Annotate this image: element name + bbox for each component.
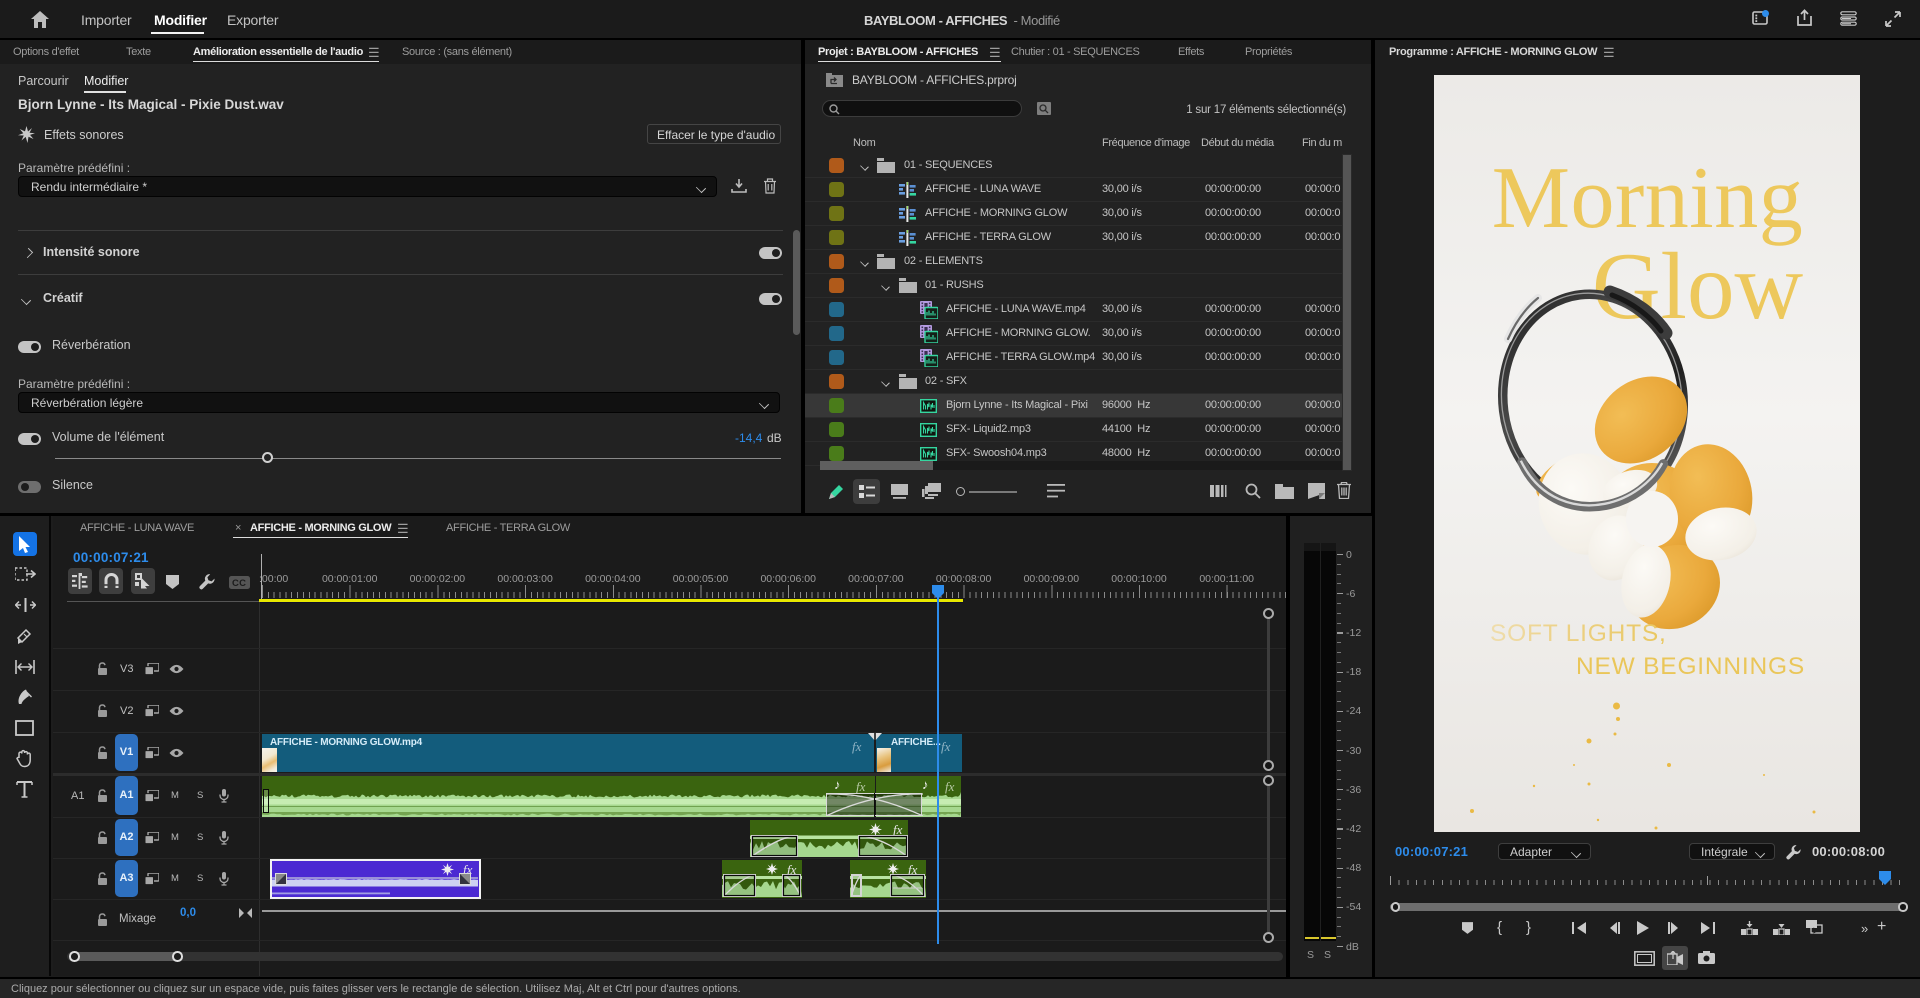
svg-text:SOFT LIGHTS,: SOFT LIGHTS,	[1490, 620, 1667, 647]
svg-text:Glow: Glow	[1591, 233, 1803, 339]
svg-text:NEW BEGINNINGS: NEW BEGINNINGS	[1576, 653, 1805, 680]
